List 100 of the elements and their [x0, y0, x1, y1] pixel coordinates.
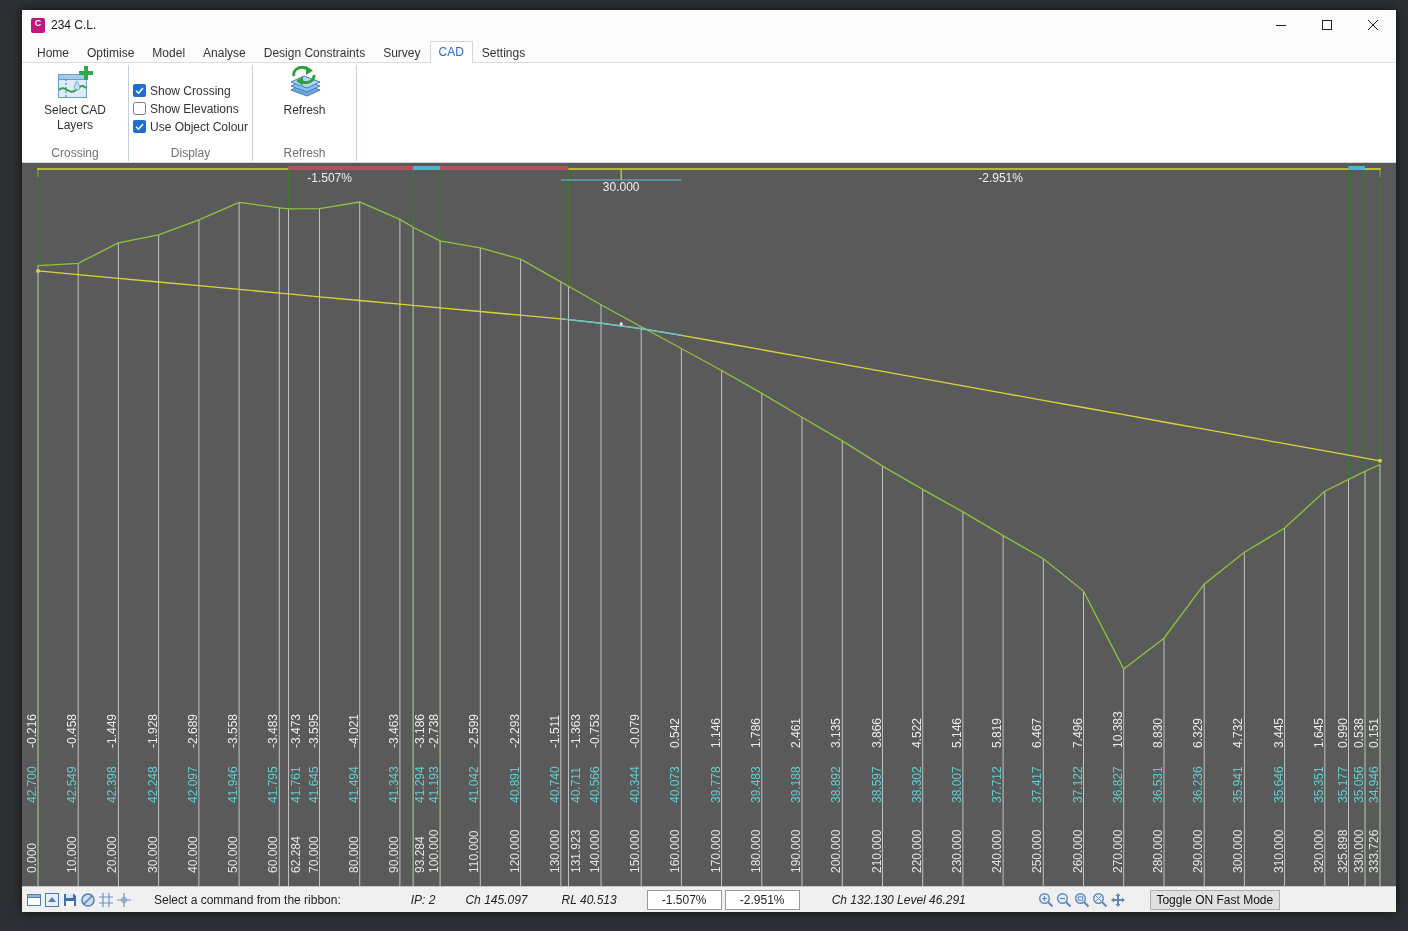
depth-label: 10.383 [1110, 711, 1125, 748]
depth-label: -2.738 [427, 713, 442, 748]
ribbon-tab[interactable]: Survey [374, 42, 430, 63]
depth-label: 5.146 [949, 717, 964, 748]
level-label: 41.042 [467, 766, 482, 803]
depth-label: -0.216 [25, 713, 39, 748]
chainage-label: 20.000 [105, 836, 120, 873]
chainage-label: 325.898 [1335, 829, 1350, 873]
chainage-label: 93.284 [413, 836, 428, 873]
chainage-label: 330.000 [1352, 829, 1366, 873]
ribbon-tab[interactable]: CAD [429, 41, 473, 63]
map-layers-icon [57, 66, 93, 98]
depth-label: -2.689 [185, 713, 200, 748]
level-label: 40.073 [668, 766, 683, 803]
ip-point-icon [619, 322, 623, 326]
grade-field[interactable]: -1.507% [646, 889, 722, 910]
picture-icon[interactable] [44, 891, 60, 908]
checkbox[interactable] [133, 102, 146, 115]
chainage-label: 80.000 [346, 836, 361, 873]
chainage-label: 170.000 [708, 829, 723, 873]
grid-icon[interactable] [98, 891, 114, 908]
chainage-label: 30.000 [145, 836, 160, 873]
depth-label: 3.866 [869, 717, 884, 748]
level-label: 41.761 [288, 766, 303, 803]
ribbon-button[interactable]: Select CAD Layers [32, 65, 118, 135]
depth-label: 8.830 [1151, 717, 1165, 748]
curve-length-label: 30.000 [602, 180, 640, 194]
depth-label: -1.928 [145, 713, 160, 748]
depth-label: -2.599 [467, 713, 482, 748]
depth-label: 7.496 [1070, 717, 1085, 748]
ribbon-tab[interactable]: Optimise [78, 42, 144, 63]
level-readout: RL 40.513 [561, 892, 617, 907]
ribbon-tab[interactable]: Model [143, 42, 195, 63]
grade-label: -2.951% [978, 171, 1023, 185]
chainage-label: 200.000 [829, 829, 844, 873]
grade-field[interactable]: -2.951% [724, 889, 800, 910]
chainage-label: 40.000 [185, 836, 200, 873]
depth-label: 3.445 [1271, 717, 1286, 748]
checkbox[interactable] [133, 84, 146, 97]
chainage-label: 10.000 [65, 836, 80, 873]
group-label: Refresh [283, 145, 326, 161]
depth-label: 4.522 [909, 717, 924, 748]
ribbon-button[interactable]: Refresh [279, 65, 330, 120]
depth-label: -3.558 [226, 713, 241, 748]
zoom-out-icon[interactable] [1055, 891, 1072, 908]
save-icon[interactable] [62, 891, 78, 908]
crosshair-icon[interactable] [116, 891, 132, 908]
chainage-label: 50.000 [226, 836, 241, 873]
fast-mode-button[interactable]: Toggle ON Fast Mode [1149, 889, 1280, 910]
ribbon-tab[interactable]: Analyse [194, 42, 255, 63]
chainage-label: 190.000 [789, 829, 803, 873]
ip-readout: IP: 2 [410, 892, 436, 907]
depth-label: 4.732 [1231, 717, 1246, 748]
chainage-label: 290.000 [1191, 829, 1206, 873]
cursor-readout: Ch 132.130 Level 46.291 [831, 892, 966, 907]
chainage-label: 310.000 [1271, 829, 1286, 873]
zoom-extents-icon[interactable] [1091, 891, 1108, 908]
app-logo: C [31, 17, 45, 33]
checkbox-label[interactable]: Use Object Colour [150, 119, 249, 134]
zoom-in-icon[interactable] [1037, 891, 1054, 908]
level-label: 36.827 [1110, 766, 1125, 803]
level-label: 39.778 [708, 766, 723, 803]
pan-icon[interactable] [1109, 891, 1126, 908]
checkbox[interactable] [133, 120, 146, 133]
level-label: 41.343 [386, 766, 401, 803]
alignment-line [1364, 168, 1381, 170]
chainage-label: 260.000 [1070, 829, 1085, 873]
level-label: 38.597 [869, 766, 884, 803]
chainage-label: 250.000 [1030, 829, 1045, 873]
level-label: 40.740 [547, 766, 562, 803]
level-label: 38.892 [829, 766, 844, 803]
chainage-label: 333.726 [1367, 829, 1381, 873]
close-icon [1368, 20, 1378, 30]
zoom-window-icon[interactable] [1073, 891, 1090, 908]
level-label: 41.494 [346, 766, 361, 803]
checkbox-label[interactable]: Show Crossing [150, 83, 231, 98]
checkbox-label[interactable]: Show Elevations [150, 101, 239, 116]
level-label: 41.193 [427, 766, 442, 803]
depth-label: -4.021 [346, 713, 361, 748]
level-label: 42.549 [65, 766, 80, 803]
depth-label: 0.990 [1335, 717, 1350, 748]
chainage-label: 131.923 [568, 829, 583, 873]
chainage-label: 100.000 [427, 829, 442, 873]
depth-label: 1.146 [708, 717, 723, 748]
no-entry-icon[interactable] [80, 891, 96, 908]
chainage-label: 320.000 [1311, 829, 1326, 873]
chainage-label: 180.000 [748, 829, 763, 873]
level-label: 39.483 [748, 766, 763, 803]
group-label: Crossing [51, 145, 99, 161]
level-label: 40.891 [507, 766, 522, 803]
level-label: 35.177 [1335, 766, 1350, 803]
depth-label: 6.329 [1191, 717, 1206, 748]
ip-tick [620, 168, 622, 181]
ribbon-tab[interactable]: Settings [472, 42, 535, 63]
chainage-label: 210.000 [869, 829, 884, 873]
level-label: 40.566 [588, 766, 602, 803]
ribbon-tab[interactable]: Design Constraints [254, 42, 375, 63]
chainage-label: 70.000 [306, 836, 321, 873]
depth-label: -3.473 [288, 713, 303, 748]
ribbon-tab[interactable]: Home [28, 42, 78, 63]
